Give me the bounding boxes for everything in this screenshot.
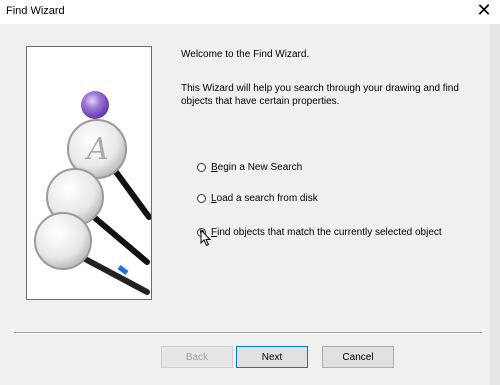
svg-text:A: A bbox=[84, 132, 109, 167]
button-divider bbox=[14, 332, 482, 334]
close-icon[interactable]: ✕ bbox=[474, 1, 494, 21]
option-label: Find objects that match the currently se… bbox=[211, 226, 442, 238]
option-label: Begin a New Search bbox=[211, 161, 303, 173]
window-title: Find Wizard bbox=[6, 5, 65, 17]
welcome-text: Welcome to the Find Wizard. bbox=[181, 49, 310, 60]
next-button[interactable]: Next bbox=[236, 346, 308, 368]
cursor-icon bbox=[200, 229, 212, 247]
cancel-button[interactable]: Cancel bbox=[322, 346, 394, 368]
radio-begin-new-search[interactable] bbox=[197, 162, 206, 172]
description-text: This Wizard will help you search through… bbox=[181, 83, 459, 107]
option-label: Load a search from disk bbox=[211, 192, 318, 204]
wizard-client-area: A Welcome to the Find Wizard. This Wizar… bbox=[0, 24, 490, 385]
radio-load-search[interactable] bbox=[197, 193, 206, 203]
magnifier-illustration: A bbox=[34, 91, 151, 295]
title-bar: Find Wizard ✕ bbox=[0, 0, 500, 24]
back-button[interactable]: Back bbox=[161, 346, 233, 368]
wizard-illustration: A bbox=[26, 46, 152, 300]
option-find-matching[interactable]: Find objects that match the currently se… bbox=[197, 225, 442, 239]
option-load-search[interactable]: Load a search from disk bbox=[197, 191, 318, 205]
window-edge bbox=[490, 24, 500, 385]
option-begin-new-search[interactable]: Begin a New Search bbox=[197, 160, 302, 174]
